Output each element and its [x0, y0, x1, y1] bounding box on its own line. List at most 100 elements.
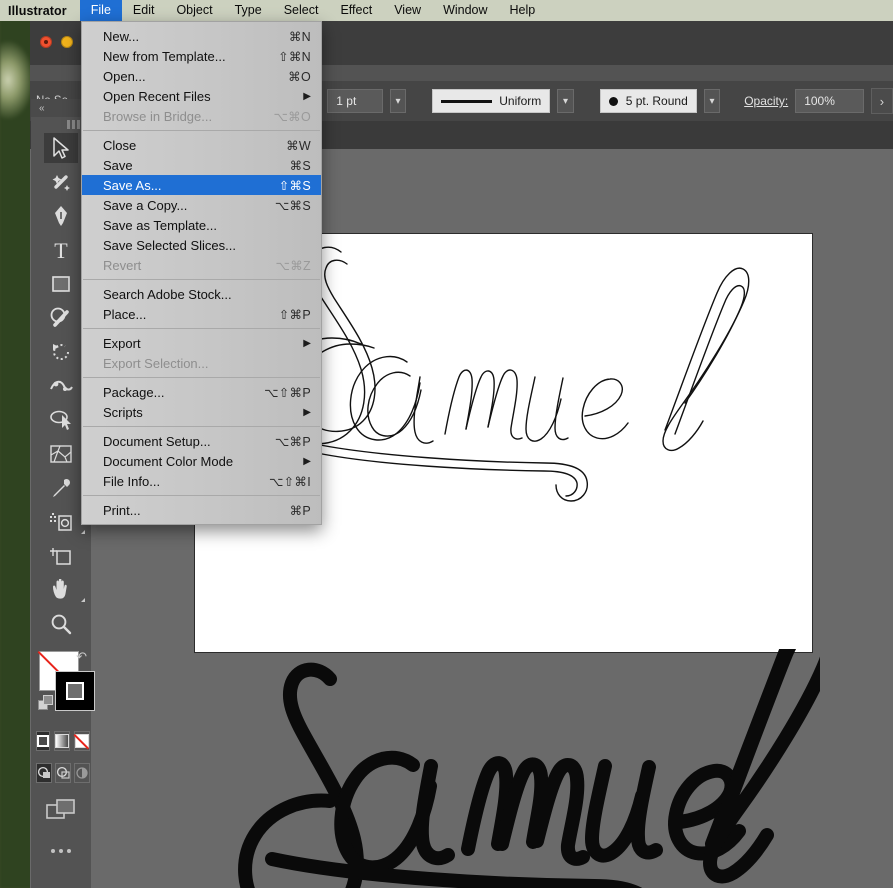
menu-item-save-a-copy[interactable]: Save a Copy... ⌥⌘S	[82, 195, 321, 215]
menu-item-label: Document Setup...	[103, 433, 211, 449]
menu-item-close[interactable]: Close ⌘W	[82, 135, 321, 155]
menu-item-export[interactable]: Export ▶	[82, 333, 321, 353]
menubar-item-object[interactable]: Object	[165, 0, 223, 21]
menu-separator	[83, 377, 320, 378]
stroke-weight-dropdown[interactable]: ▾	[389, 89, 407, 113]
menu-item-label: Save	[103, 157, 133, 173]
app-name-label: Illustrator	[8, 3, 67, 18]
menu-item-shortcut: ⌘P	[289, 503, 311, 518]
filled-lettering-artwork[interactable]	[180, 649, 820, 888]
selection-arrow-icon	[44, 133, 78, 163]
menu-item-save-as[interactable]: Save As... ⇧⌘S	[82, 175, 321, 195]
menu-item-browse-in-bridge: Browse in Bridge... ⌥⌘O	[82, 106, 321, 126]
menu-item-shortcut: ⌥⌘S	[274, 198, 311, 213]
submenu-arrow-icon: ▶	[303, 406, 311, 418]
menubar-item-view[interactable]: View	[383, 0, 432, 21]
pen-icon	[44, 201, 78, 231]
menu-item-label: Scripts	[103, 404, 143, 420]
draw-mode-buttons	[31, 751, 91, 783]
round-brush-swatch	[608, 96, 618, 106]
artboard-icon	[44, 541, 78, 571]
menu-item-shortcut: ⌘O	[288, 69, 311, 84]
menu-item-place[interactable]: Place... ⇧⌘P	[82, 304, 321, 324]
menu-item-shortcut: ⌘W	[286, 138, 311, 153]
menubar-item-file[interactable]: File	[79, 0, 122, 21]
menu-item-label: Open...	[103, 68, 146, 84]
menu-item-open-recent-files[interactable]: Open Recent Files ▶	[82, 86, 321, 106]
menu-item-shortcut: ⇧⌘S	[278, 178, 311, 193]
menubar-item-effect[interactable]: Effect	[329, 0, 383, 21]
rectangle-icon	[44, 269, 78, 299]
menu-item-document-setup[interactable]: Document Setup... ⌥⌘P	[82, 431, 321, 451]
width-tool-icon	[44, 371, 78, 401]
stroke-swatch[interactable]	[55, 671, 95, 711]
menu-separator	[83, 426, 320, 427]
menu-item-shortcut: ⇧⌘N	[278, 49, 311, 64]
menu-item-label: Export Selection...	[103, 355, 209, 371]
fill-stroke-controls: ↶	[31, 647, 95, 725]
zoom-icon	[44, 609, 78, 639]
tool-zoom[interactable]	[31, 607, 91, 641]
brush-definition-select[interactable]: 5 pt. Round	[599, 89, 697, 113]
menu-item-save[interactable]: Save ⌘S	[82, 155, 321, 175]
menubar-item-select[interactable]: Select	[273, 0, 330, 21]
menu-item-document-color-mode[interactable]: Document Color Mode ▶	[82, 451, 321, 471]
tool-artboard[interactable]	[31, 539, 91, 573]
menu-item-label: New from Template...	[103, 48, 226, 64]
none-mode-button[interactable]	[74, 731, 90, 751]
mac-menu-bar: Illustrator File Edit Object Type Select…	[0, 0, 893, 21]
menu-item-new[interactable]: New... ⌘N	[82, 26, 321, 46]
chevron-down-icon: ▾	[709, 95, 715, 107]
draw-behind-button[interactable]	[55, 763, 71, 783]
tool-hand[interactable]	[31, 573, 91, 607]
menubar-item-help[interactable]: Help	[499, 0, 547, 21]
blend-icon	[44, 507, 78, 537]
opacity-label[interactable]: Opacity:	[744, 94, 788, 108]
menu-item-label: Package...	[103, 384, 165, 400]
menu-item-export-selection: Export Selection...	[82, 353, 321, 373]
menu-item-label: Export	[103, 335, 141, 351]
menu-item-search-adobe-stock[interactable]: Search Adobe Stock...	[82, 284, 321, 304]
menu-separator	[83, 279, 320, 280]
menubar-item-edit[interactable]: Edit	[122, 0, 166, 21]
file-menu-dropdown: New... ⌘N New from Template... ⇧⌘N Open... ⌘O…	[81, 21, 322, 525]
menu-separator	[83, 495, 320, 496]
swap-fill-stroke-icon[interactable]: ↶	[76, 649, 87, 665]
submenu-arrow-icon: ▶	[303, 455, 311, 467]
edit-toolbar-button[interactable]	[31, 823, 91, 853]
menu-item-label: Save a Copy...	[103, 197, 188, 213]
type-icon: T	[44, 235, 78, 265]
menu-item-shortcut: ⌥⌘P	[274, 434, 311, 449]
menubar-item-type[interactable]: Type	[224, 0, 273, 21]
opacity-input[interactable]: 100%	[795, 89, 864, 113]
screen-mode-button[interactable]	[31, 783, 91, 823]
draw-inside-button[interactable]	[74, 763, 90, 783]
gradient-mode-button[interactable]	[54, 731, 70, 751]
menu-item-save-selected-slices[interactable]: Save Selected Slices...	[82, 235, 321, 255]
brush-definition-dropdown[interactable]: ▾	[703, 89, 721, 113]
control-bar-overflow-button[interactable]: ›	[870, 88, 893, 114]
screen-mode-icon	[46, 799, 75, 819]
menu-item-print[interactable]: Print... ⌘P	[82, 500, 321, 520]
screen: No Se e: ▲ ▼ 1 pt ▾ Uniform ▾ 5	[0, 0, 893, 888]
menu-item-shortcut: ⌘N	[288, 29, 311, 44]
stroke-profile-label: Uniform	[499, 94, 542, 108]
close-window-button[interactable]	[40, 36, 52, 48]
stroke-weight-input[interactable]: 1 pt	[327, 89, 383, 113]
menu-item-save-as-template[interactable]: Save as Template...	[82, 215, 321, 235]
minimize-window-button[interactable]	[61, 36, 73, 48]
stroke-profile-dropdown[interactable]: ▾	[557, 89, 574, 113]
menu-item-file-info[interactable]: File Info... ⌥⇧⌘I	[82, 471, 321, 491]
menubar-item-window[interactable]: Window	[432, 0, 498, 21]
menu-item-scripts[interactable]: Scripts ▶	[82, 402, 321, 422]
default-fill-stroke-button[interactable]	[38, 695, 54, 711]
tool-flyout-indicator	[81, 530, 85, 534]
menu-item-new-from-template[interactable]: New from Template... ⇧⌘N	[82, 46, 321, 66]
color-mode-button[interactable]	[36, 731, 50, 751]
draw-normal-button[interactable]	[36, 763, 52, 783]
menu-item-label: Revert	[103, 257, 142, 273]
brush-definition-label: 5 pt. Round	[625, 94, 688, 108]
menu-item-package[interactable]: Package... ⌥⇧⌘P	[82, 382, 321, 402]
stroke-profile-select[interactable]: Uniform	[432, 89, 551, 113]
menu-item-open[interactable]: Open... ⌘O	[82, 66, 321, 86]
